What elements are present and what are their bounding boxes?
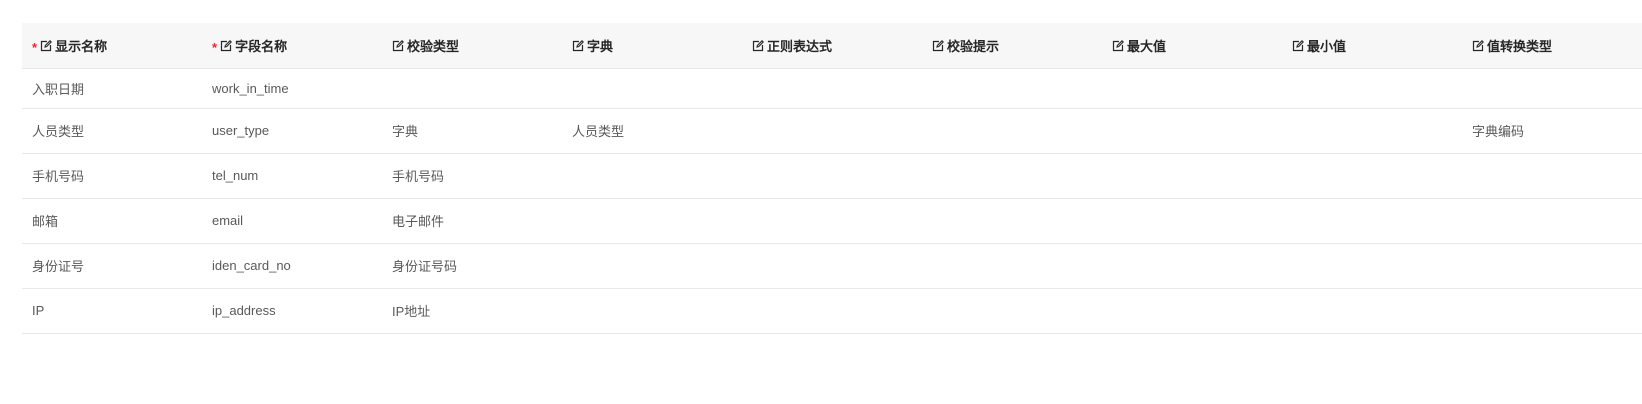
cell-max-value[interactable] — [1102, 243, 1282, 288]
table-row[interactable]: 身份证号 iden_card_no 身份证号码 — [22, 243, 1642, 288]
cell-validation-type[interactable]: 身份证号码 — [382, 243, 562, 288]
required-mark: * — [32, 39, 38, 55]
cell-min-value[interactable] — [1282, 108, 1462, 153]
cell-field-name[interactable]: iden_card_no — [202, 243, 382, 288]
cell-validation-hint[interactable] — [922, 288, 1102, 333]
cell-min-value[interactable] — [1282, 153, 1462, 198]
edit-icon — [1472, 39, 1484, 52]
cell-display-name[interactable]: 手机号码 — [22, 153, 202, 198]
cell-value-conversion-type[interactable] — [1462, 153, 1642, 198]
cell-validation-type[interactable]: 电子邮件 — [382, 198, 562, 243]
cell-validation-hint[interactable] — [922, 198, 1102, 243]
cell-display-name[interactable]: 身份证号 — [22, 243, 202, 288]
column-header-value-conversion-type[interactable]: 值转换类型 — [1462, 23, 1642, 68]
edit-icon — [752, 39, 764, 52]
cell-field-name[interactable]: ip_address — [202, 288, 382, 333]
field-config-table: * 显示名称 * 字段名称 校验类型 字典 正则表达式 校验提示 最大值 最小值 值… — [22, 23, 1642, 334]
cell-min-value[interactable] — [1282, 68, 1462, 108]
column-header-label: 最小值 — [1307, 38, 1347, 54]
cell-value-conversion-type[interactable]: 字典编码 — [1462, 108, 1642, 153]
column-header-validation-type[interactable]: 校验类型 — [382, 23, 562, 68]
cell-value-conversion-type[interactable] — [1462, 198, 1642, 243]
cell-min-value[interactable] — [1282, 243, 1462, 288]
table-body: 入职日期 work_in_time 人员类型 user_type 字典 人员类型 — [22, 68, 1642, 333]
cell-max-value[interactable] — [1102, 153, 1282, 198]
table-header: * 显示名称 * 字段名称 校验类型 字典 正则表达式 校验提示 最大值 最小值 值… — [22, 23, 1642, 68]
cell-validation-type[interactable] — [382, 68, 562, 108]
table-row[interactable]: 手机号码 tel_num 手机号码 — [22, 153, 1642, 198]
cell-value-conversion-type[interactable] — [1462, 243, 1642, 288]
cell-dictionary[interactable]: 人员类型 — [562, 108, 742, 153]
cell-max-value[interactable] — [1102, 108, 1282, 153]
edit-icon — [1112, 39, 1124, 52]
cell-display-name[interactable]: 人员类型 — [22, 108, 202, 153]
cell-validation-type[interactable]: 字典 — [382, 108, 562, 153]
column-header-label: 值转换类型 — [1487, 38, 1553, 54]
cell-regex[interactable] — [742, 68, 922, 108]
cell-max-value[interactable] — [1102, 288, 1282, 333]
column-header-label: 字段名称 — [235, 38, 288, 54]
column-header-validation-hint[interactable]: 校验提示 — [922, 23, 1102, 68]
edit-icon — [1292, 39, 1304, 52]
cell-dictionary[interactable] — [562, 198, 742, 243]
edit-icon — [572, 39, 584, 52]
cell-min-value[interactable] — [1282, 198, 1462, 243]
cell-max-value[interactable] — [1102, 198, 1282, 243]
cell-validation-type[interactable]: IP地址 — [382, 288, 562, 333]
cell-field-name[interactable]: tel_num — [202, 153, 382, 198]
cell-regex[interactable] — [742, 108, 922, 153]
column-header-min-value[interactable]: 最小值 — [1282, 23, 1462, 68]
cell-display-name[interactable]: 邮箱 — [22, 198, 202, 243]
cell-regex[interactable] — [742, 243, 922, 288]
column-header-display-name[interactable]: * 显示名称 — [22, 23, 202, 68]
edit-icon — [392, 39, 404, 52]
table-row[interactable]: 邮箱 email 电子邮件 — [22, 198, 1642, 243]
column-header-label: 校验类型 — [407, 38, 460, 54]
edit-icon — [220, 39, 233, 52]
cell-validation-hint[interactable] — [922, 68, 1102, 108]
column-header-dictionary[interactable]: 字典 — [562, 23, 742, 68]
cell-validation-hint[interactable] — [922, 108, 1102, 153]
edit-icon — [932, 39, 944, 52]
table-row[interactable]: IP ip_address IP地址 — [22, 288, 1642, 333]
column-header-label: 字典 — [587, 38, 614, 54]
cell-field-name[interactable]: user_type — [202, 108, 382, 153]
cell-value-conversion-type[interactable] — [1462, 288, 1642, 333]
cell-dictionary[interactable] — [562, 288, 742, 333]
cell-value-conversion-type[interactable] — [1462, 68, 1642, 108]
cell-display-name[interactable]: IP — [22, 288, 202, 333]
cell-display-name[interactable]: 入职日期 — [22, 68, 202, 108]
column-header-label: 正则表达式 — [767, 38, 833, 54]
column-header-max-value[interactable]: 最大值 — [1102, 23, 1282, 68]
cell-regex[interactable] — [742, 288, 922, 333]
column-header-regex[interactable]: 正则表达式 — [742, 23, 922, 68]
cell-dictionary[interactable] — [562, 243, 742, 288]
column-header-field-name[interactable]: * 字段名称 — [202, 23, 382, 68]
cell-validation-type[interactable]: 手机号码 — [382, 153, 562, 198]
cell-min-value[interactable] — [1282, 288, 1462, 333]
cell-validation-hint[interactable] — [922, 243, 1102, 288]
column-header-label: 显示名称 — [55, 38, 108, 54]
column-header-label: 最大值 — [1127, 38, 1167, 54]
cell-regex[interactable] — [742, 153, 922, 198]
required-mark: * — [212, 39, 218, 55]
cell-max-value[interactable] — [1102, 68, 1282, 108]
table-row[interactable]: 人员类型 user_type 字典 人员类型 字典编码 — [22, 108, 1642, 153]
cell-validation-hint[interactable] — [922, 153, 1102, 198]
edit-icon — [40, 39, 53, 52]
table-row[interactable]: 入职日期 work_in_time — [22, 68, 1642, 108]
cell-regex[interactable] — [742, 198, 922, 243]
cell-dictionary[interactable] — [562, 153, 742, 198]
column-header-label: 校验提示 — [947, 38, 1000, 54]
cell-field-name[interactable]: email — [202, 198, 382, 243]
cell-dictionary[interactable] — [562, 68, 742, 108]
cell-field-name[interactable]: work_in_time — [202, 68, 382, 108]
